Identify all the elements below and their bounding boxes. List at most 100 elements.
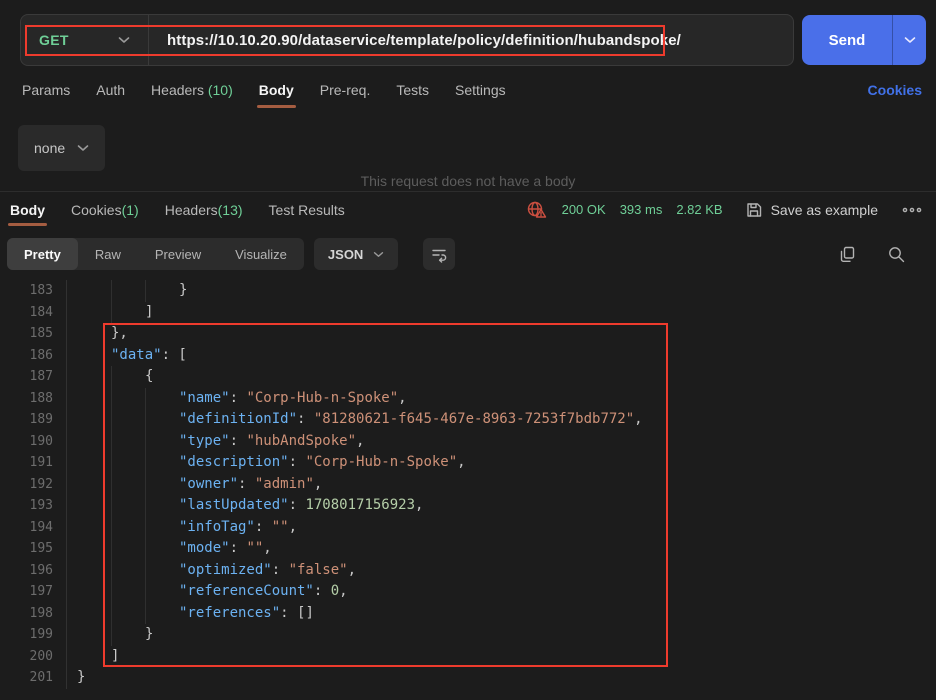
code-text: "referenceCount": 0,	[179, 583, 348, 599]
response-tab-body[interactable]: Body	[10, 192, 45, 227]
code-line: 197"referenceCount": 0,	[0, 581, 936, 603]
token: "references"	[179, 605, 280, 621]
request-tab-pre-req[interactable]: Pre-req.	[320, 82, 371, 108]
indent-guide	[145, 388, 146, 410]
status-badge[interactable]: 200 OK	[562, 202, 606, 217]
code-content: "lastUpdated": 1708017156923,	[67, 495, 936, 517]
view-tab-visualize[interactable]: Visualize	[218, 238, 304, 270]
tab-label: Body	[10, 202, 45, 218]
send-button[interactable]: Send	[802, 15, 892, 65]
code-content: },	[67, 323, 936, 345]
token: : [	[162, 347, 187, 363]
indent-guide	[111, 431, 112, 453]
request-tabs: Params Auth Headers (10) Body Pre-req. Tests S…	[22, 82, 922, 108]
save-as-example-button[interactable]: Save as example	[745, 201, 878, 219]
request-tab-headers[interactable]: Headers (10)	[151, 82, 233, 108]
response-tab-test-results[interactable]: Test Results	[269, 192, 345, 227]
token: :	[230, 433, 247, 449]
token: 1708017156923	[305, 497, 415, 513]
search-button[interactable]	[887, 245, 906, 264]
token: :	[314, 583, 331, 599]
send-options-button[interactable]	[892, 15, 926, 65]
url-input[interactable]: https://10.10.20.90/dataservice/template…	[167, 32, 681, 49]
token: "false"	[289, 562, 348, 578]
token: "optimized"	[179, 562, 272, 578]
line-number: 198	[0, 603, 53, 625]
request-tab-tests[interactable]: Tests	[396, 82, 429, 108]
token: "81280621-f645-467e-8963-7253f7bdb772"	[314, 411, 634, 427]
gutter-divider	[53, 495, 67, 517]
code-content: "mode": "",	[67, 538, 936, 560]
code-text: ]	[111, 648, 119, 664]
token: ,	[415, 497, 423, 513]
line-number: 190	[0, 431, 53, 453]
code-line: 190"type": "hubAndSpoke",	[0, 431, 936, 453]
code-text: "optimized": "false",	[179, 562, 356, 578]
line-number: 184	[0, 302, 53, 324]
token: "owner"	[179, 476, 238, 492]
method-dropdown[interactable]: GET	[21, 15, 149, 65]
code-line: 196"optimized": "false",	[0, 560, 936, 582]
gutter-divider	[53, 646, 67, 668]
view-tab-pretty[interactable]: Pretty	[7, 238, 78, 270]
token: "definitionId"	[179, 411, 297, 427]
code-line: 192"owner": "admin",	[0, 474, 936, 496]
tab-count: (10)	[204, 82, 233, 98]
token: }	[77, 669, 85, 685]
token: ,	[263, 540, 271, 556]
send-button-group: Send	[802, 15, 926, 65]
token: ""	[272, 519, 289, 535]
format-dropdown[interactable]: JSON	[314, 238, 398, 270]
response-tab-cookies[interactable]: Cookies (1)	[71, 192, 139, 227]
wrap-text-button[interactable]	[423, 238, 455, 270]
gutter-divider	[53, 517, 67, 539]
body-type-row: none	[18, 125, 936, 171]
indent-guide	[145, 603, 146, 625]
view-tab-preview[interactable]: Preview	[138, 238, 218, 270]
indent-guide	[111, 474, 112, 496]
response-view-toolbar: PrettyRawPreviewVisualize JSON	[7, 238, 906, 270]
line-number: 200	[0, 646, 53, 668]
line-number: 185	[0, 323, 53, 345]
token: :	[230, 390, 247, 406]
cookies-link[interactable]: Cookies	[868, 82, 922, 98]
code-line: 195 "mode": "",	[0, 538, 936, 560]
request-tab-body[interactable]: Body	[259, 82, 294, 108]
tab-label: Cookies	[71, 202, 122, 218]
line-number: 188	[0, 388, 53, 410]
body-type-dropdown[interactable]: none	[18, 125, 105, 171]
code-text: "definitionId": "81280621-f645-467e-8963…	[179, 411, 643, 427]
indent-guide	[111, 366, 112, 388]
tab-label: Test Results	[269, 202, 345, 218]
gutter-divider	[53, 474, 67, 496]
code-line: 189"definitionId": "81280621-f645-467e-8…	[0, 409, 936, 431]
gutter-divider	[53, 302, 67, 324]
copy-button[interactable]	[838, 245, 857, 264]
gutter-divider	[53, 667, 67, 689]
token: }	[145, 626, 153, 642]
code-line: 188"name": "Corp-Hub-n-Spoke",	[0, 388, 936, 410]
response-size[interactable]: 2.82 KB	[676, 202, 722, 217]
body-type-label: none	[34, 140, 65, 156]
request-tab-params[interactable]: Params	[22, 82, 70, 108]
request-tab-settings[interactable]: Settings	[455, 82, 506, 108]
indent-guide	[111, 302, 112, 324]
code-content: "owner": "admin",	[67, 474, 936, 496]
code-lines: 183}184]185},186"data": [187{188"name": …	[0, 280, 936, 689]
token: "mode"	[179, 540, 230, 556]
line-number: 195	[0, 538, 53, 560]
globe-warning-icon[interactable]	[526, 200, 548, 220]
response-time[interactable]: 393 ms	[620, 202, 663, 217]
empty-body-message: This request does not have a body	[0, 173, 936, 189]
token: ,	[634, 411, 642, 427]
response-tab-headers[interactable]: Headers (13)	[165, 192, 243, 227]
code-line: 198"references": []	[0, 603, 936, 625]
token: ""	[246, 540, 263, 556]
view-tab-raw[interactable]: Raw	[78, 238, 138, 270]
token: ,	[314, 476, 322, 492]
more-options-button[interactable]	[902, 207, 922, 213]
response-body-viewer: 183}184]185},186"data": [187{188"name": …	[0, 280, 936, 689]
gutter-divider	[53, 366, 67, 388]
request-tab-auth[interactable]: Auth	[96, 82, 125, 108]
tab-count: (13)	[218, 202, 243, 218]
